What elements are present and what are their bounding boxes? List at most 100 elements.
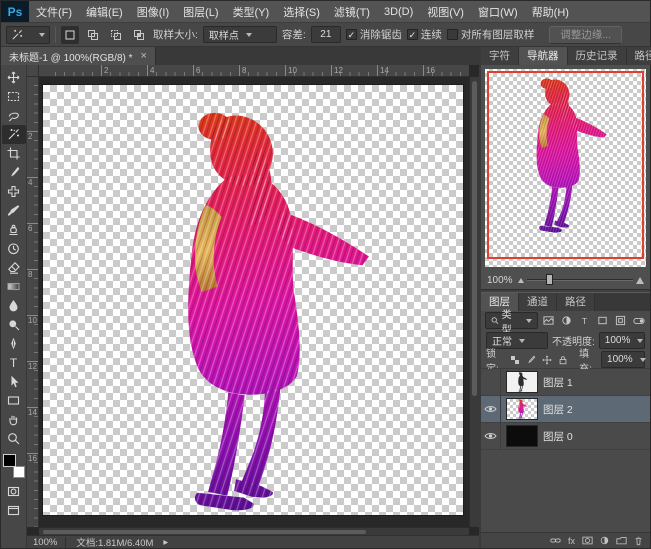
tolerance-input[interactable] [311, 26, 341, 43]
layer-thumbnail[interactable] [506, 425, 538, 447]
layer-row[interactable]: 图层 0 [481, 423, 650, 450]
spot-healing-brush-tool[interactable] [2, 182, 26, 201]
zoom-out-icon[interactable] [518, 278, 524, 283]
sample-all-layers-checkbox[interactable] [447, 29, 458, 40]
status-menu-arrow[interactable]: ▸ [163, 537, 168, 548]
eyedropper-tool[interactable] [2, 163, 26, 182]
menu-item[interactable]: 文件(F) [29, 4, 79, 20]
anti-alias-option[interactable]: ✓ 消除锯齿 [346, 27, 402, 42]
filter-shape-layers-icon[interactable] [596, 313, 610, 328]
menu-item[interactable]: 选择(S) [276, 4, 327, 20]
scrollbar-thumb[interactable] [43, 530, 366, 534]
layer-mask-icon[interactable] [582, 536, 593, 545]
layer-effects-icon[interactable]: fx [568, 536, 575, 546]
navigator-view-box[interactable] [487, 71, 644, 259]
contiguous-checkbox[interactable]: ✓ [407, 29, 418, 40]
add-to-selection-button[interactable] [84, 26, 102, 44]
zoom-level-field[interactable]: 100% [33, 537, 66, 548]
layer-visibility-toggle[interactable] [481, 369, 501, 395]
vertical-scrollbar[interactable] [469, 77, 479, 527]
layer-visibility-toggle[interactable] [481, 423, 501, 449]
tab-paths[interactable]: 路径 [557, 293, 595, 311]
tab-navigator[interactable]: 导航器 [519, 47, 568, 65]
move-tool[interactable] [2, 68, 26, 87]
link-layers-icon[interactable] [550, 536, 561, 545]
zoom-slider-track[interactable] [527, 279, 633, 281]
color-swatches[interactable] [3, 454, 25, 478]
zoom-slider-thumb[interactable] [546, 274, 553, 285]
horizontal-scrollbar[interactable] [39, 527, 469, 535]
layer-row[interactable]: 图层 1 [481, 369, 650, 396]
layer-thumbnail[interactable] [506, 398, 538, 420]
eraser-tool[interactable] [2, 258, 26, 277]
menu-item[interactable]: 滤镜(T) [327, 4, 377, 20]
vertical-ruler[interactable]: 246810121416 [27, 77, 39, 527]
opacity-select[interactable]: 100% [599, 332, 645, 349]
menu-item[interactable]: 3D(D) [377, 6, 420, 18]
layer-row[interactable]: 图层 2 [481, 396, 650, 423]
navigator-zoom-slider[interactable] [518, 277, 644, 284]
menu-item[interactable]: 图像(I) [130, 4, 176, 20]
tab-history[interactable]: 历史记录 [568, 47, 627, 65]
type-tool[interactable]: T [2, 353, 26, 372]
menu-item[interactable]: 帮助(H) [525, 4, 576, 20]
tab-channels[interactable]: 通道 [519, 293, 557, 311]
gradient-tool[interactable] [2, 277, 26, 296]
lasso-tool[interactable] [2, 106, 26, 125]
layer-visibility-toggle[interactable] [481, 396, 501, 422]
menu-item[interactable]: 编辑(E) [79, 4, 130, 20]
refine-edge-button[interactable]: 调整边缘... [549, 26, 622, 44]
menu-item[interactable]: 视图(V) [420, 4, 471, 20]
horizontal-ruler[interactable]: 24681012141618 [39, 65, 469, 77]
fill-select[interactable]: 100% [601, 351, 645, 368]
pen-tool[interactable] [2, 334, 26, 353]
filter-pixel-layers-icon[interactable] [542, 313, 556, 328]
subtract-from-selection-button[interactable] [107, 26, 125, 44]
lock-pixels-icon[interactable] [524, 352, 537, 367]
document-canvas[interactable] [43, 85, 463, 515]
delete-layer-icon[interactable] [634, 536, 643, 546]
screen-mode-button[interactable] [2, 501, 26, 520]
ruler-origin-corner[interactable] [27, 65, 39, 77]
tab-paths-top[interactable]: 路径 [627, 47, 651, 65]
tab-character[interactable]: 字符 [481, 47, 519, 65]
anti-alias-checkbox[interactable]: ✓ [346, 29, 357, 40]
blur-tool[interactable] [2, 296, 26, 315]
crop-tool[interactable] [2, 144, 26, 163]
adjustment-layer-icon[interactable] [600, 536, 609, 545]
rectangle-tool[interactable] [2, 391, 26, 410]
zoom-in-icon[interactable] [636, 277, 644, 284]
filter-adjustment-layers-icon[interactable] [560, 313, 574, 328]
filter-toggle-icon[interactable] [632, 313, 646, 328]
scrollbar-thumb[interactable] [472, 81, 477, 396]
dodge-tool[interactable] [2, 315, 26, 334]
menu-item[interactable]: 图层(L) [176, 4, 225, 20]
layer-thumbnail[interactable] [506, 371, 538, 393]
layer-filter-select[interactable]: 类型 [485, 312, 538, 329]
background-color-swatch[interactable] [13, 466, 25, 478]
navigator-preview[interactable] [485, 69, 646, 267]
sample-all-layers-option[interactable]: 对所有图层取样 [447, 27, 535, 42]
magic-wand-tool[interactable] [2, 125, 26, 144]
menu-item[interactable]: 窗口(W) [471, 4, 525, 20]
quick-mask-button[interactable] [2, 482, 26, 501]
tool-preset-picker[interactable] [6, 26, 50, 44]
clone-stamp-tool[interactable] [2, 220, 26, 239]
lock-position-icon[interactable] [541, 352, 554, 367]
path-selection-tool[interactable] [2, 372, 26, 391]
document-tab[interactable]: 未标题-1 @ 100%(RGB/8) * × [1, 47, 156, 65]
contiguous-option[interactable]: ✓ 连续 [407, 27, 442, 42]
intersect-selection-button[interactable] [130, 26, 148, 44]
new-selection-button[interactable] [61, 26, 79, 44]
rectangular-marquee-tool[interactable] [2, 87, 26, 106]
filter-type-layers-icon[interactable]: T [578, 313, 592, 328]
filter-smart-objects-icon[interactable] [614, 313, 628, 328]
hand-tool[interactable] [2, 410, 26, 429]
zoom-tool[interactable] [2, 429, 26, 448]
navigator-zoom-value[interactable]: 100% [487, 275, 513, 286]
close-tab-icon[interactable]: × [141, 50, 147, 62]
sample-size-select[interactable]: 取样点 [203, 26, 277, 43]
menu-item[interactable]: 类型(Y) [226, 4, 277, 20]
lock-all-icon[interactable] [557, 352, 570, 367]
new-group-icon[interactable] [616, 536, 627, 545]
